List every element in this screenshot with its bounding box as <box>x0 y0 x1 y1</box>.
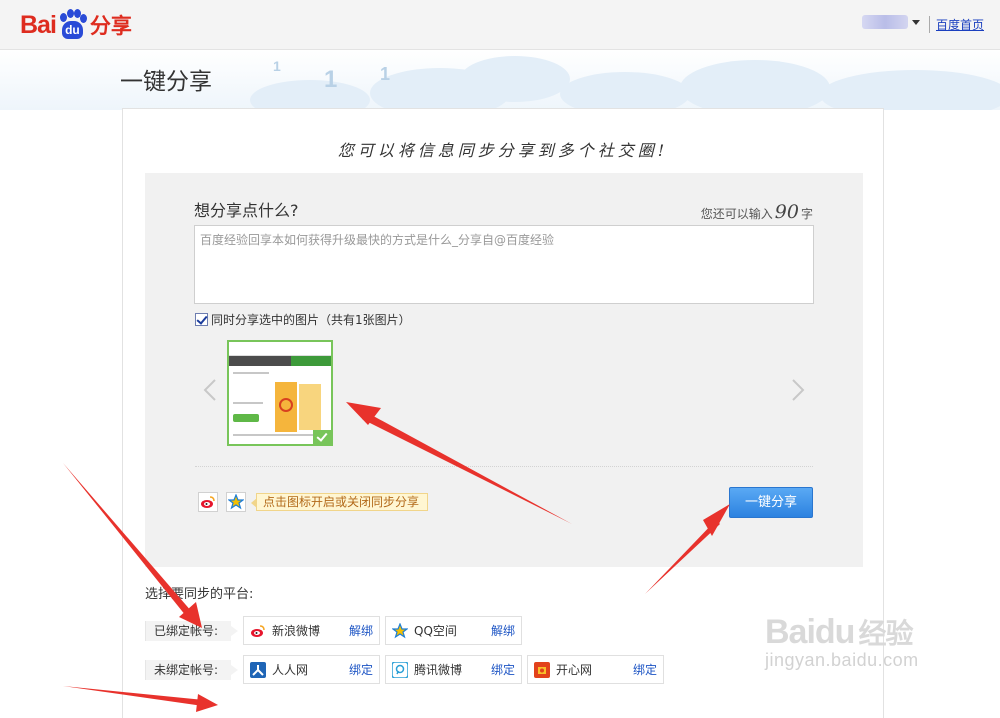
share-images-checkbox[interactable] <box>195 313 208 326</box>
composer-question: 想分享点什么? <box>194 201 299 220</box>
image-thumbnail[interactable] <box>227 340 333 446</box>
sync-tip: 点击图标开启或关闭同步分享 <box>250 493 429 511</box>
weibo-toggle-icon[interactable] <box>198 492 218 512</box>
platform-kaixin: 开心网 绑定 <box>527 655 664 684</box>
unbind-weibo-link[interactable]: 解绑 <box>349 622 373 639</box>
bind-renren-link[interactable]: 绑定 <box>349 661 373 678</box>
char-counter-prefix: 您还可以输入 <box>700 207 773 221</box>
paw-icon: du <box>57 9 87 41</box>
watermark-logo: Baidu 经验 <box>765 612 919 652</box>
unbound-accounts-label: 未绑定帐号: <box>145 660 238 680</box>
logo-text-share: 分享 <box>89 14 132 38</box>
unbind-qzone-link[interactable]: 解绑 <box>491 622 515 639</box>
platform-tencent-weibo: 腾讯微博 绑定 <box>385 655 522 684</box>
chevron-left-icon[interactable] <box>203 378 217 402</box>
platforms-title: 选择要同步的平台: <box>145 587 254 602</box>
bound-accounts-label: 已绑定帐号: <box>145 621 238 641</box>
share-images-label: 同时分享选中的图片（共有1张图片） <box>211 313 411 327</box>
decor-one-large: 1 <box>324 66 338 93</box>
logo-text-du: du <box>61 21 83 39</box>
bind-kaixin-link[interactable]: 绑定 <box>633 661 657 678</box>
user-menu[interactable] <box>862 15 920 29</box>
platform-renren: 人人网 绑定 <box>243 655 380 684</box>
share-text-input[interactable] <box>194 225 814 304</box>
kaixin-icon <box>534 661 550 678</box>
bind-tencent-weibo-link[interactable]: 绑定 <box>491 661 515 678</box>
baidu-share-logo[interactable]: Bai du 分享 <box>20 6 132 44</box>
char-counter-value: 90 <box>774 201 799 223</box>
weibo-icon <box>250 623 266 639</box>
username-blurred <box>862 15 908 29</box>
logo-text-bai: Bai <box>20 10 57 39</box>
composer-box: 想分享点什么? 您还可以输入 90 字 同时分享选中的图片（共有1张图片） <box>145 173 863 567</box>
watermark-url: jingyan.baidu.com <box>765 650 919 670</box>
platform-qzone: QQ空间 解绑 <box>385 616 522 645</box>
selected-check-icon <box>313 430 331 444</box>
platform-name: 新浪微博 <box>272 624 321 638</box>
slogan: 您可以将信息同步分享到多个社交圈! <box>337 141 669 160</box>
one-click-share-button[interactable]: 一键分享 <box>729 487 813 518</box>
tencent-weibo-icon <box>392 661 408 678</box>
char-counter: 您还可以输入 90 字 <box>701 201 813 223</box>
top-bar: Bai du 分享 百度首页 <box>0 0 1000 50</box>
decor-one-medium: 1 <box>380 64 391 84</box>
baidu-home-link[interactable]: 百度首页 <box>928 16 984 33</box>
sync-toggle-row: 点击图标开启或关闭同步分享 <box>198 492 429 512</box>
share-images-option[interactable]: 同时分享选中的图片（共有1张图片） <box>195 311 411 328</box>
renren-icon <box>250 661 266 678</box>
watermark-logo-text: Baidu <box>765 612 855 651</box>
qzone-icon <box>392 622 408 639</box>
char-counter-suffix: 字 <box>800 207 813 221</box>
platform-weibo: 新浪微博 解绑 <box>243 616 380 645</box>
decor-one-small: 1 <box>273 58 281 74</box>
chevron-down-icon <box>912 19 920 25</box>
chevron-right-icon[interactable] <box>791 378 805 402</box>
platform-name: 人人网 <box>272 663 309 677</box>
page-title: 一键分享 <box>120 69 212 95</box>
qzone-toggle-icon[interactable] <box>226 492 246 512</box>
composer-divider <box>195 466 813 467</box>
platform-name: QQ空间 <box>414 624 457 638</box>
platform-name: 腾讯微博 <box>414 663 463 677</box>
watermark-logo-suffix: 经验 <box>858 617 913 650</box>
baidu-jingyan-watermark: Baidu 经验 jingyan.baidu.com <box>765 612 919 671</box>
platform-name: 开心网 <box>556 663 593 677</box>
